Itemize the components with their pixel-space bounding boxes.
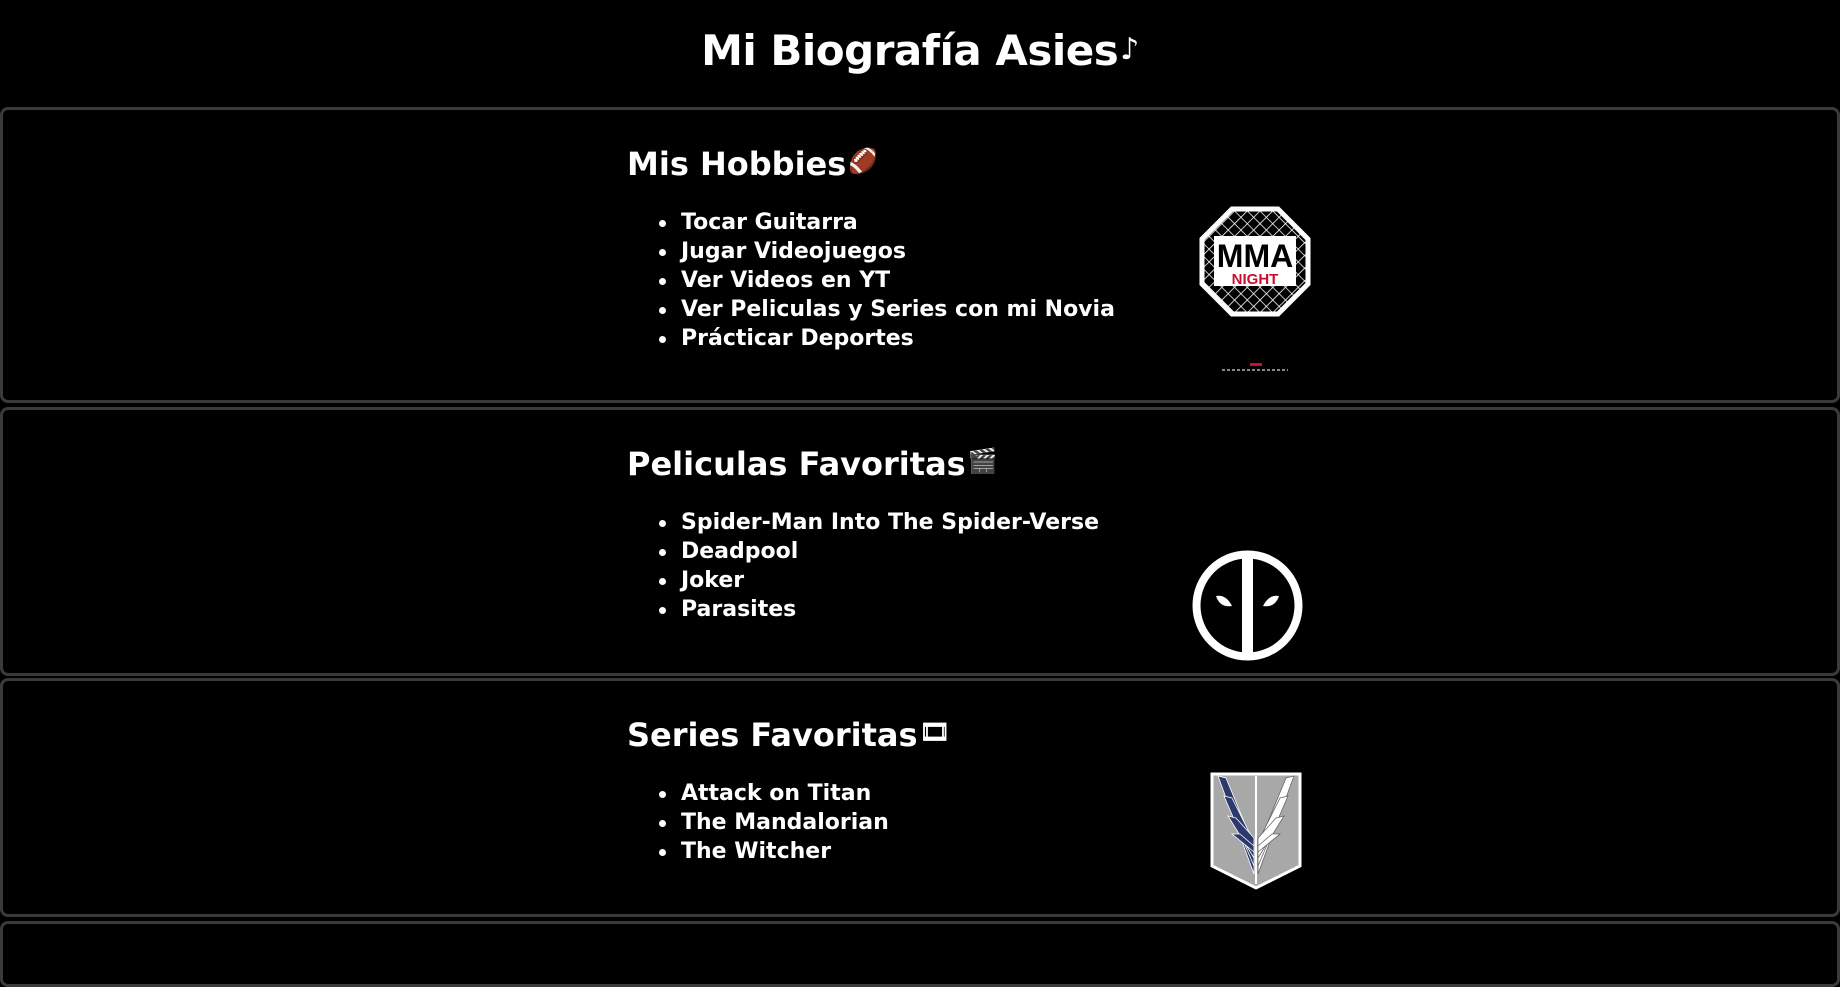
series-list: Attack on Titan The Mandalorian The Witc…: [659, 779, 889, 866]
hobbies-title: Mis Hobbies🏈: [627, 141, 878, 184]
list-item: Attack on Titan: [659, 779, 889, 808]
deadpool-logo: [1190, 548, 1305, 663]
film-strip-icon: 🎞: [919, 718, 950, 746]
hobbies-title-text: Mis Hobbies: [627, 145, 847, 183]
movies-title: Peliculas Favoritas🎬: [627, 441, 998, 484]
mma-logo-text: MMA: [1217, 238, 1293, 274]
music-note-icon: ♪: [1120, 32, 1139, 67]
series-title: Series Favoritas🎞: [627, 712, 950, 755]
series-title-text: Series Favoritas: [627, 716, 918, 754]
movies-section: Peliculas Favoritas🎬 Spider-Man Into The…: [0, 407, 1840, 676]
list-item: Jugar Videojuegos: [659, 237, 1115, 266]
page-title-text: Mi Biografía Asies: [701, 26, 1119, 75]
series-section: Series Favoritas🎞 Attack on Titan The Ma…: [0, 678, 1840, 917]
next-section: [0, 921, 1840, 987]
survey-corps-emblem: [1206, 766, 1306, 891]
mma-night-logo-graphic: MMA NIGHT: [1199, 206, 1311, 371]
football-icon: 🏈: [848, 147, 879, 175]
survey-corps-emblem-graphic: [1210, 772, 1302, 890]
list-item: Parasites: [658, 595, 1099, 624]
movies-title-text: Peliculas Favoritas: [627, 445, 966, 483]
clapperboard-icon: 🎬: [967, 447, 998, 475]
list-item: Ver Peliculas y Series con mi Novia: [659, 297, 1115, 322]
list-item: Joker: [658, 566, 1099, 595]
night-logo-text: NIGHT: [1232, 271, 1279, 288]
hobbies-section: Mis Hobbies🏈 Tocar Guitarra Jugar Videoj…: [0, 107, 1840, 403]
hobbies-list: Tocar Guitarra Jugar Videojuegos Ver Vid…: [659, 208, 1115, 353]
list-item: Deadpool: [658, 537, 1099, 566]
list-item: Prácticar Deportes: [659, 324, 1115, 353]
movies-list: Spider-Man Into The Spider-Verse Deadpoo…: [658, 508, 1100, 624]
list-item: The Witcher: [659, 837, 889, 866]
list-item: Spider-Man Into The Spider-Verse: [658, 510, 1100, 535]
page-title: Mi Biografía Asies♪: [0, 22, 1840, 79]
mma-night-logo: MMA NIGHT: [1190, 204, 1320, 384]
deadpool-logo-graphic: [1192, 550, 1303, 661]
list-item: The Mandalorian: [659, 810, 889, 835]
list-item: Tocar Guitarra: [659, 208, 1115, 237]
list-item: Ver Videos en YT: [659, 266, 1115, 295]
